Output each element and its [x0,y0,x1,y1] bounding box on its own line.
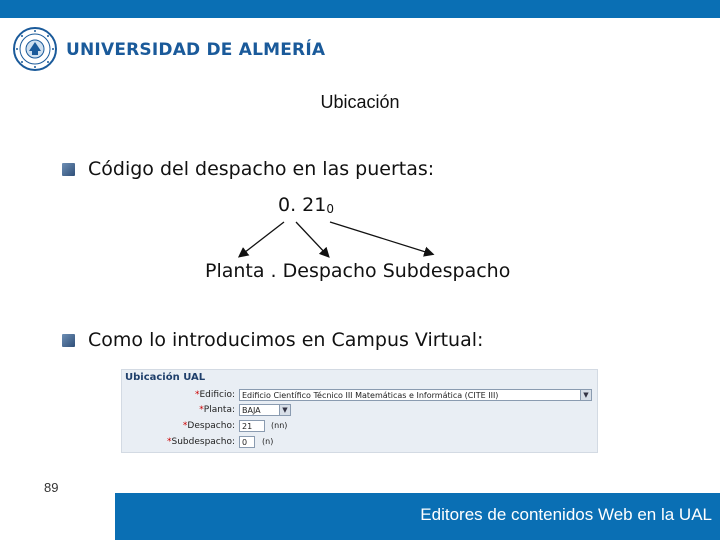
form-row-subdespacho: *Subdespacho: 0 (n) [122,436,597,450]
subdespacho-input[interactable]: 0 [239,436,255,448]
office-code-sub: 0 [326,202,334,216]
edificio-select[interactable]: Edificio Científico Técnico III Matemáti… [239,389,592,401]
form-label: *Subdespacho: [167,437,235,447]
chevron-down-icon[interactable]: ▼ [580,390,591,400]
select-value: Edificio Científico Técnico III Matemáti… [242,391,499,400]
form-row-despacho: *Despacho: 21 (nn) [122,420,597,434]
bullet-text-code: Código del despacho en las puertas: [88,158,435,180]
form-label-text: Planta: [203,405,235,415]
form-label: *Edificio: [195,390,235,400]
page-number: 89 [44,480,59,495]
university-seal-icon [13,27,57,71]
despacho-hint: (nn) [271,421,288,430]
subdespacho-hint: (n) [262,437,274,446]
form-label-text: Subdespacho: [171,437,236,447]
footer-text: Editores de contenidos Web en la UAL [420,505,712,524]
footer-bar: Editores de contenidos Web en la UAL [115,493,720,540]
code-parts-label: Planta . Despacho Subdespacho [205,260,511,282]
campus-virtual-form-screenshot: Ubicación UAL *Edificio: Edificio Cientí… [121,369,598,453]
slide-title-text: Ubicación [320,92,400,112]
chevron-down-icon[interactable]: ▼ [279,405,290,415]
form-title: Ubicación UAL [125,372,206,383]
slide-title: Ubicación [0,92,720,113]
form-label-text: Despacho: [187,421,235,431]
form-label: *Planta: [199,405,235,415]
despacho-input[interactable]: 21 [239,420,265,432]
bullet-square-icon [62,163,75,176]
planta-select[interactable]: BAJA ▼ [239,404,291,416]
form-row-planta: *Planta: BAJA ▼ [122,404,597,418]
footer-left-panel [0,493,115,540]
office-code: 0. 210 [278,194,334,216]
university-name: UNIVERSIDAD DE ALMERÍA [66,40,326,60]
arrow-to-planta [237,221,285,258]
bullet-square-icon [62,334,75,347]
arrow-to-despacho [295,221,330,258]
select-value: BAJA [242,406,261,415]
top-accent-bar [0,0,720,18]
form-row-edificio: *Edificio: Edificio Científico Técnico I… [122,389,597,403]
form-label: *Despacho: [183,421,235,431]
arrow-to-subdespacho [329,221,435,257]
office-code-main: 0. 21 [278,194,327,216]
bullet-text-campus: Como lo introducimos en Campus Virtual: [88,329,484,351]
form-label-text: Edificio: [199,390,235,400]
